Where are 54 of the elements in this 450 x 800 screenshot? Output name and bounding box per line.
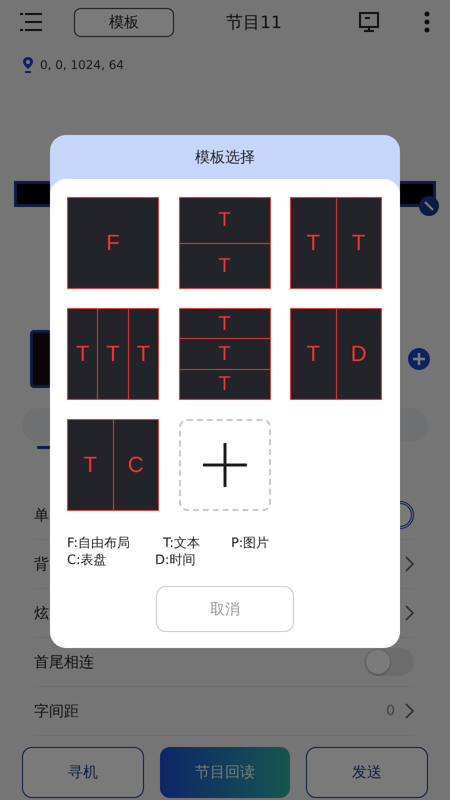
program-thumbnail[interactable] <box>30 330 52 388</box>
setting-label: 首尾相连 <box>34 652 94 672</box>
resize-icon[interactable] <box>419 196 439 216</box>
setting-label: 单 <box>34 506 49 524</box>
legend-text: D:时间 <box>155 552 196 569</box>
location-pin-icon <box>22 56 34 73</box>
region-letter: T <box>218 314 231 334</box>
region-letter: T <box>306 343 320 365</box>
action-button[interactable]: 寻机 <box>22 747 144 798</box>
tab-indicator <box>37 446 51 449</box>
template-tile[interactable]: F <box>67 197 159 289</box>
legend-text: C:表盘 <box>67 552 108 569</box>
action-button[interactable]: 发送 <box>306 747 428 798</box>
region-letter: T <box>218 344 231 364</box>
region-letter: F <box>106 232 120 254</box>
template-tile[interactable]: T T T <box>178 308 270 400</box>
template-tile[interactable]: T T <box>178 197 270 289</box>
dialog-title: 模板选择 <box>195 148 255 166</box>
region-letter: T <box>352 232 366 254</box>
template-button[interactable]: 模板 <box>74 8 174 36</box>
setting-label: 炫 <box>34 604 49 622</box>
setting-label: 字间距 <box>34 702 79 720</box>
region-letter: T <box>106 343 120 365</box>
add-icon[interactable] <box>408 348 430 370</box>
template-tile[interactable]: T C <box>67 419 159 511</box>
add-template-button[interactable] <box>178 419 270 511</box>
template-tile[interactable]: T T <box>290 197 382 289</box>
toggle-switch[interactable] <box>364 648 414 676</box>
cancel-button[interactable]: 取消 <box>156 586 294 632</box>
region-letter: T <box>218 210 231 230</box>
region-letter: D <box>350 343 367 365</box>
more-icon[interactable] <box>424 11 430 33</box>
template-tile[interactable]: T D <box>290 308 382 400</box>
region-letter: T <box>136 343 150 365</box>
region-letter: T <box>84 454 97 476</box>
menu-icon[interactable] <box>20 12 42 32</box>
region-letter: C <box>128 454 144 476</box>
chevron-icon <box>405 556 414 572</box>
chevron-icon <box>405 605 414 621</box>
region-letter: T <box>218 256 231 276</box>
setting-label: 背 <box>34 554 49 574</box>
legend-text: P:图片 <box>231 535 270 552</box>
program-title: 节目11 <box>225 12 283 34</box>
legend-text: F:自由布局 <box>67 535 131 552</box>
legend-text: T:文本 <box>163 535 201 552</box>
region-letter: T <box>306 232 320 254</box>
monitor-icon[interactable] <box>358 11 380 33</box>
chevron-icon <box>405 703 414 719</box>
template-tile[interactable]: T T T <box>67 308 159 400</box>
plus-icon <box>200 441 248 489</box>
region-letter: T <box>76 343 90 365</box>
coordinates-text: 0, 0, 1024, 64 <box>40 58 124 72</box>
action-button[interactable]: 节目回读 <box>160 747 290 798</box>
region-letter: T <box>218 374 231 394</box>
